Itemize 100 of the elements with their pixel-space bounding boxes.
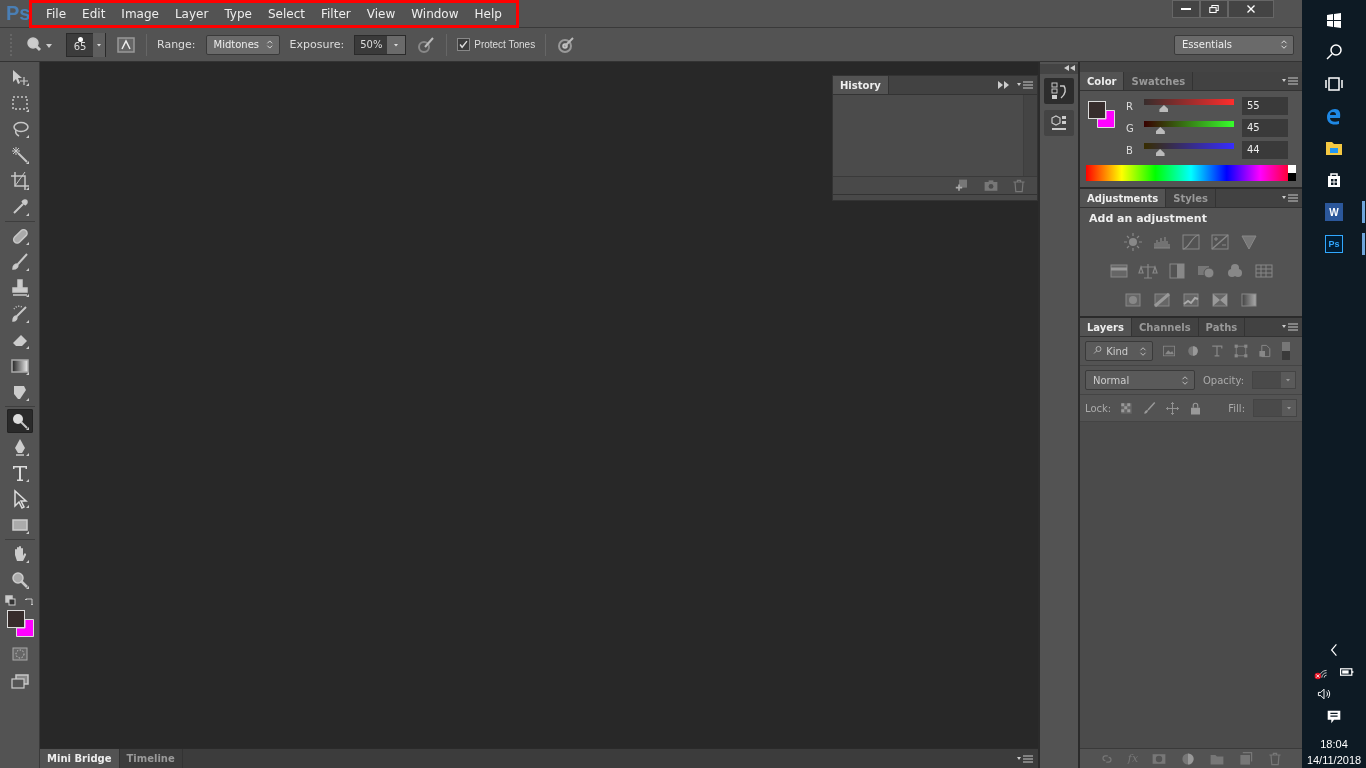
panel-tab[interactable]: Channels [1132, 318, 1199, 336]
channel-value-field[interactable]: 44 [1242, 141, 1288, 159]
panel-tab[interactable]: Styles [1166, 189, 1216, 207]
gradient-map-icon[interactable] [1239, 290, 1259, 310]
fill-field[interactable] [1253, 399, 1297, 417]
protect-tones-checkbox[interactable]: Protect Tones [457, 38, 536, 51]
menu-item[interactable]: Type [216, 6, 260, 21]
word-app-icon: W [1325, 203, 1343, 221]
filter-toggle[interactable] [1281, 341, 1291, 361]
foreground-color-swatch[interactable] [1088, 101, 1106, 119]
trash-icon[interactable] [1011, 177, 1027, 194]
up-down-arrows-icon [1138, 345, 1148, 357]
windows-logo-icon [1324, 10, 1344, 30]
menu-item[interactable]: Layer [166, 6, 217, 21]
stamp-icon [9, 278, 30, 298]
background-color-swatch[interactable] [1097, 110, 1115, 128]
panel-tab[interactable]: History [833, 76, 889, 94]
dock-button[interactable] [1044, 110, 1074, 136]
document-icon[interactable] [1257, 343, 1273, 359]
image-filter-icon[interactable] [1161, 343, 1177, 359]
exposure-field[interactable]: 50% [354, 34, 407, 55]
menu-item[interactable]: Image [113, 6, 167, 21]
foreground-color-swatch[interactable] [6, 610, 25, 628]
notifications-icon[interactable] [1325, 708, 1343, 726]
panel-menu-icon[interactable] [1281, 321, 1299, 333]
minimize-button[interactable] [1172, 0, 1200, 18]
menu-item[interactable]: View [358, 6, 404, 21]
color-spectrum[interactable] [1086, 165, 1296, 181]
collapse-icon[interactable] [1063, 64, 1075, 72]
clock[interactable]: 18:04 14/11/2018 [1306, 736, 1362, 768]
opacity-field[interactable] [1252, 371, 1297, 389]
triangle-icon[interactable] [1239, 232, 1259, 252]
slider-thumb[interactable] [1155, 127, 1165, 134]
panel-tab[interactable]: Adjustments [1080, 189, 1167, 207]
panel-tab[interactable]: Color [1080, 72, 1125, 90]
blend-mode-select[interactable]: Normal [1085, 370, 1195, 390]
range-select[interactable]: Midtones [205, 34, 280, 55]
taskbar-button[interactable]: Ps [1302, 229, 1366, 259]
marquee-tool-icon [9, 93, 30, 113]
half-square-icon[interactable] [1166, 261, 1187, 281]
slider-thumb[interactable] [1155, 149, 1165, 156]
panel-tab[interactable]: Timeline [119, 749, 183, 768]
wand-tool-icon [9, 145, 30, 165]
menu-item[interactable]: Window [403, 6, 467, 21]
panel-menu-icon[interactable] [1281, 75, 1299, 87]
search-icon [1093, 345, 1103, 355]
workspace-select[interactable]: Essentials [1174, 34, 1294, 55]
diagonal-icon[interactable] [1152, 290, 1172, 310]
up-down-arrows-icon [265, 39, 275, 50]
close-button[interactable] [1228, 0, 1274, 18]
panel-tab[interactable]: Mini Bridge [40, 749, 120, 768]
brush-size-picker[interactable]: 65 [66, 32, 106, 57]
panel-menu-icon[interactable] [1016, 753, 1034, 765]
invert-icon[interactable] [1123, 290, 1143, 310]
photoshop-app-icon: Ps [1325, 235, 1343, 253]
channel-label: B [1126, 144, 1134, 156]
taskbar-button[interactable]: W [1302, 197, 1366, 227]
fill-label: Fill: [1228, 402, 1245, 414]
background-color-swatch[interactable] [15, 619, 34, 637]
color-bars-icon[interactable] [1108, 261, 1129, 281]
menu-item[interactable]: Filter [313, 6, 359, 21]
swap-colors-icon[interactable] [23, 595, 35, 606]
wave-icon[interactable] [1181, 290, 1201, 310]
volume-icon[interactable] [1316, 686, 1332, 702]
up-down-arrows-icon [1180, 374, 1190, 386]
brush-panel-icon[interactable] [116, 34, 136, 55]
camera-icon[interactable] [983, 177, 999, 194]
curve-icon[interactable] [1181, 232, 1201, 252]
menu-item[interactable]: Edit [74, 6, 114, 21]
task-view-icon [1324, 74, 1344, 94]
screen-mode-icon[interactable] [9, 672, 30, 692]
move-arrows-icon[interactable] [1165, 400, 1181, 416]
tool-button[interactable] [6, 409, 33, 433]
panel-menu-icon[interactable] [1016, 79, 1034, 91]
panel-menu-icon[interactable] [1281, 192, 1299, 204]
dock-button[interactable] [1044, 78, 1074, 104]
restore-button[interactable] [1200, 0, 1228, 18]
scrollbar[interactable] [1023, 95, 1037, 176]
menu-item[interactable]: Help [466, 6, 510, 21]
panel-tab[interactable]: Swatches [1124, 72, 1194, 90]
default-colors-icon[interactable] [4, 595, 16, 606]
pressure-icon[interactable] [556, 34, 577, 55]
scale-icon[interactable] [1137, 261, 1158, 281]
panel-tab[interactable]: Layers [1080, 318, 1132, 336]
menu-item[interactable]: File [38, 6, 75, 21]
exposure-icon[interactable] [1210, 232, 1230, 252]
channel-value-field[interactable]: 55 [1242, 97, 1288, 115]
panel-tab[interactable]: Paths [1198, 318, 1246, 336]
shape-filter-icon[interactable] [1233, 343, 1249, 359]
brush-icon[interactable] [1142, 400, 1158, 416]
quick-mask-icon[interactable] [9, 644, 30, 664]
expand-icon[interactable] [996, 79, 1010, 91]
slider-thumb[interactable] [1159, 105, 1169, 112]
opacity-label: Opacity: [1203, 374, 1245, 386]
sun-icon[interactable] [1123, 232, 1143, 252]
channel-value-field[interactable]: 45 [1242, 119, 1288, 137]
zoom-icon [9, 570, 30, 590]
filter-kind-select[interactable]: Kind [1085, 341, 1153, 361]
menu-item[interactable]: Select [259, 6, 313, 21]
checker-icon[interactable] [1119, 400, 1135, 416]
